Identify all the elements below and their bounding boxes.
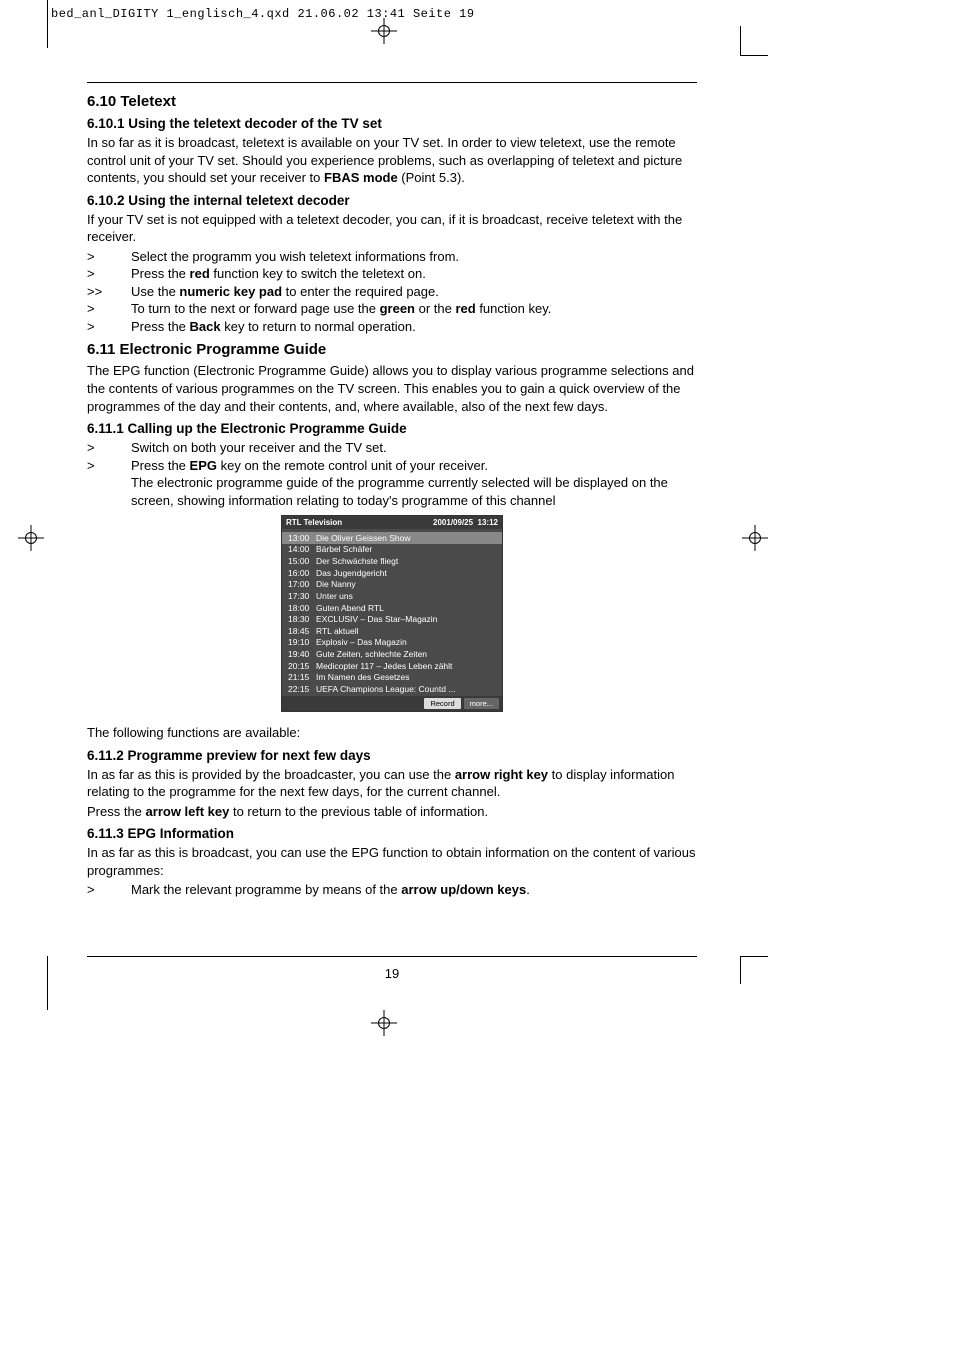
registration-mark-icon — [742, 525, 768, 551]
epg-time: 19:40 — [288, 649, 316, 660]
epg-time: 18:30 — [288, 614, 316, 625]
divider — [87, 956, 697, 957]
epg-time: 19:10 — [288, 637, 316, 648]
epg-row: 14:00Bärbel Schäfer — [282, 544, 502, 556]
epg-programme: Explosiv – Das Magazin — [316, 637, 496, 648]
paragraph: Press the arrow left key to return to th… — [87, 803, 697, 821]
paragraph: If your TV set is not equipped with a te… — [87, 211, 697, 246]
epg-programme: RTL aktuell — [316, 626, 496, 637]
epg-time: 18:00 — [288, 603, 316, 614]
epg-programme: Das Jugendgericht — [316, 568, 496, 579]
epg-time: 17:00 — [288, 579, 316, 590]
epg-row: 18:00Guten Abend RTL — [282, 602, 502, 614]
page-number: 19 — [87, 966, 697, 981]
list-item: >Switch on both your receiver and the TV… — [87, 439, 697, 457]
epg-row: 19:40Gute Zeiten, schlechte Zeiten — [282, 649, 502, 661]
crop-mark — [740, 55, 768, 56]
epg-footer: Record more... — [282, 696, 502, 711]
epg-datetime: 2001/09/25 13:12 — [433, 518, 498, 527]
paragraph: The following functions are available: — [87, 724, 697, 742]
epg-programme: Im Namen des Gesetzes — [316, 672, 496, 683]
crop-mark — [47, 0, 48, 48]
paragraph: The EPG function (Electronic Programme G… — [87, 362, 697, 415]
crop-mark — [47, 956, 48, 1010]
epg-programme: Der Schwächste fliegt — [316, 556, 496, 567]
epg-row: 19:10Explosiv – Das Magazin — [282, 637, 502, 649]
epg-time: 17:30 — [288, 591, 316, 602]
epg-row: 18:45RTL aktuell — [282, 625, 502, 637]
epg-row: 13:00Die Oliver Geissen Show — [282, 532, 502, 544]
list-item: >Press the red function key to switch th… — [87, 265, 697, 283]
paragraph: In as far as this is broadcast, you can … — [87, 844, 697, 879]
epg-more-button: more... — [464, 698, 499, 709]
epg-time: 13:00 — [288, 533, 316, 544]
epg-programme: Bärbel Schäfer — [316, 544, 496, 555]
epg-programme: UEFA Champions League: Countd ... — [316, 684, 496, 695]
epg-record-button: Record — [424, 698, 460, 709]
epg-programme: Guten Abend RTL — [316, 603, 496, 614]
epg-time: 21:15 — [288, 672, 316, 683]
epg-channel: RTL Television — [286, 518, 342, 527]
crop-mark — [740, 26, 741, 56]
subsection-heading: 6.11.2 Programme preview for next few da… — [87, 748, 697, 763]
epg-time: 22:15 — [288, 684, 316, 695]
epg-time: 20:15 — [288, 661, 316, 672]
divider — [87, 82, 697, 83]
instruction-list: >Select the programm you wish teletext i… — [87, 248, 697, 336]
paragraph: In so far as it is broadcast, teletext i… — [87, 134, 697, 187]
list-item: >To turn to the next or forward page use… — [87, 300, 697, 318]
subsection-heading: 6.10.2 Using the internal teletext decod… — [87, 193, 697, 208]
list-item: >Select the programm you wish teletext i… — [87, 248, 697, 266]
epg-row: 22:15UEFA Champions League: Countd ... — [282, 683, 502, 695]
registration-mark-icon — [371, 18, 397, 44]
epg-screenshot: RTL Television 2001/09/25 13:12 13:00Die… — [281, 515, 503, 712]
epg-programme: Unter uns — [316, 591, 496, 602]
epg-row: 20:15Medicopter 117 – Jedes Leben zählt — [282, 660, 502, 672]
epg-row: 16:00Das Jugendgericht — [282, 567, 502, 579]
epg-programme: EXCLUSIV – Das Star–Magazin — [316, 614, 496, 625]
epg-programme: Die Oliver Geissen Show — [316, 533, 496, 544]
epg-row: 17:30Unter uns — [282, 590, 502, 602]
instruction-list: >Mark the relevant programme by means of… — [87, 881, 697, 899]
list-item: >>Use the numeric key pad to enter the r… — [87, 283, 697, 301]
subsection-heading: 6.11.1 Calling up the Electronic Program… — [87, 421, 697, 436]
subsection-heading: 6.10.1 Using the teletext decoder of the… — [87, 116, 697, 131]
registration-mark-icon — [371, 1010, 397, 1036]
epg-row: 15:00Der Schwächste fliegt — [282, 556, 502, 568]
list-item: >Press the Back key to return to normal … — [87, 318, 697, 336]
epg-time: 16:00 — [288, 568, 316, 579]
epg-header: RTL Television 2001/09/25 13:12 — [282, 516, 502, 529]
epg-time: 18:45 — [288, 626, 316, 637]
epg-list: 13:00Die Oliver Geissen Show14:00Bärbel … — [282, 529, 502, 696]
epg-row: 18:30EXCLUSIV – Das Star–Magazin — [282, 614, 502, 626]
epg-programme: Die Nanny — [316, 579, 496, 590]
epg-programme: Medicopter 117 – Jedes Leben zählt — [316, 661, 496, 672]
page-content: 6.10 Teletext 6.10.1 Using the teletext … — [87, 82, 697, 899]
paragraph: In as far as this is provided by the bro… — [87, 766, 697, 801]
crop-mark — [740, 956, 768, 957]
section-heading: 6.10 Teletext — [87, 93, 697, 110]
list-item: >Mark the relevant programme by means of… — [87, 881, 697, 899]
crop-mark — [740, 956, 741, 984]
epg-time: 15:00 — [288, 556, 316, 567]
section-heading: 6.11 Electronic Programme Guide — [87, 341, 697, 358]
registration-mark-icon — [18, 525, 44, 551]
epg-programme: Gute Zeiten, schlechte Zeiten — [316, 649, 496, 660]
epg-row: 17:00Die Nanny — [282, 579, 502, 591]
list-item: The electronic programme guide of the pr… — [87, 474, 697, 509]
subsection-heading: 6.11.3 EPG Information — [87, 826, 697, 841]
list-item: >Press the EPG key on the remote control… — [87, 457, 697, 475]
print-header: bed_anl_DIGITY 1_englisch_4.qxd 21.06.02… — [51, 7, 475, 21]
epg-time: 14:00 — [288, 544, 316, 555]
epg-row: 21:15Im Namen des Gesetzes — [282, 672, 502, 684]
instruction-list: >Switch on both your receiver and the TV… — [87, 439, 697, 509]
